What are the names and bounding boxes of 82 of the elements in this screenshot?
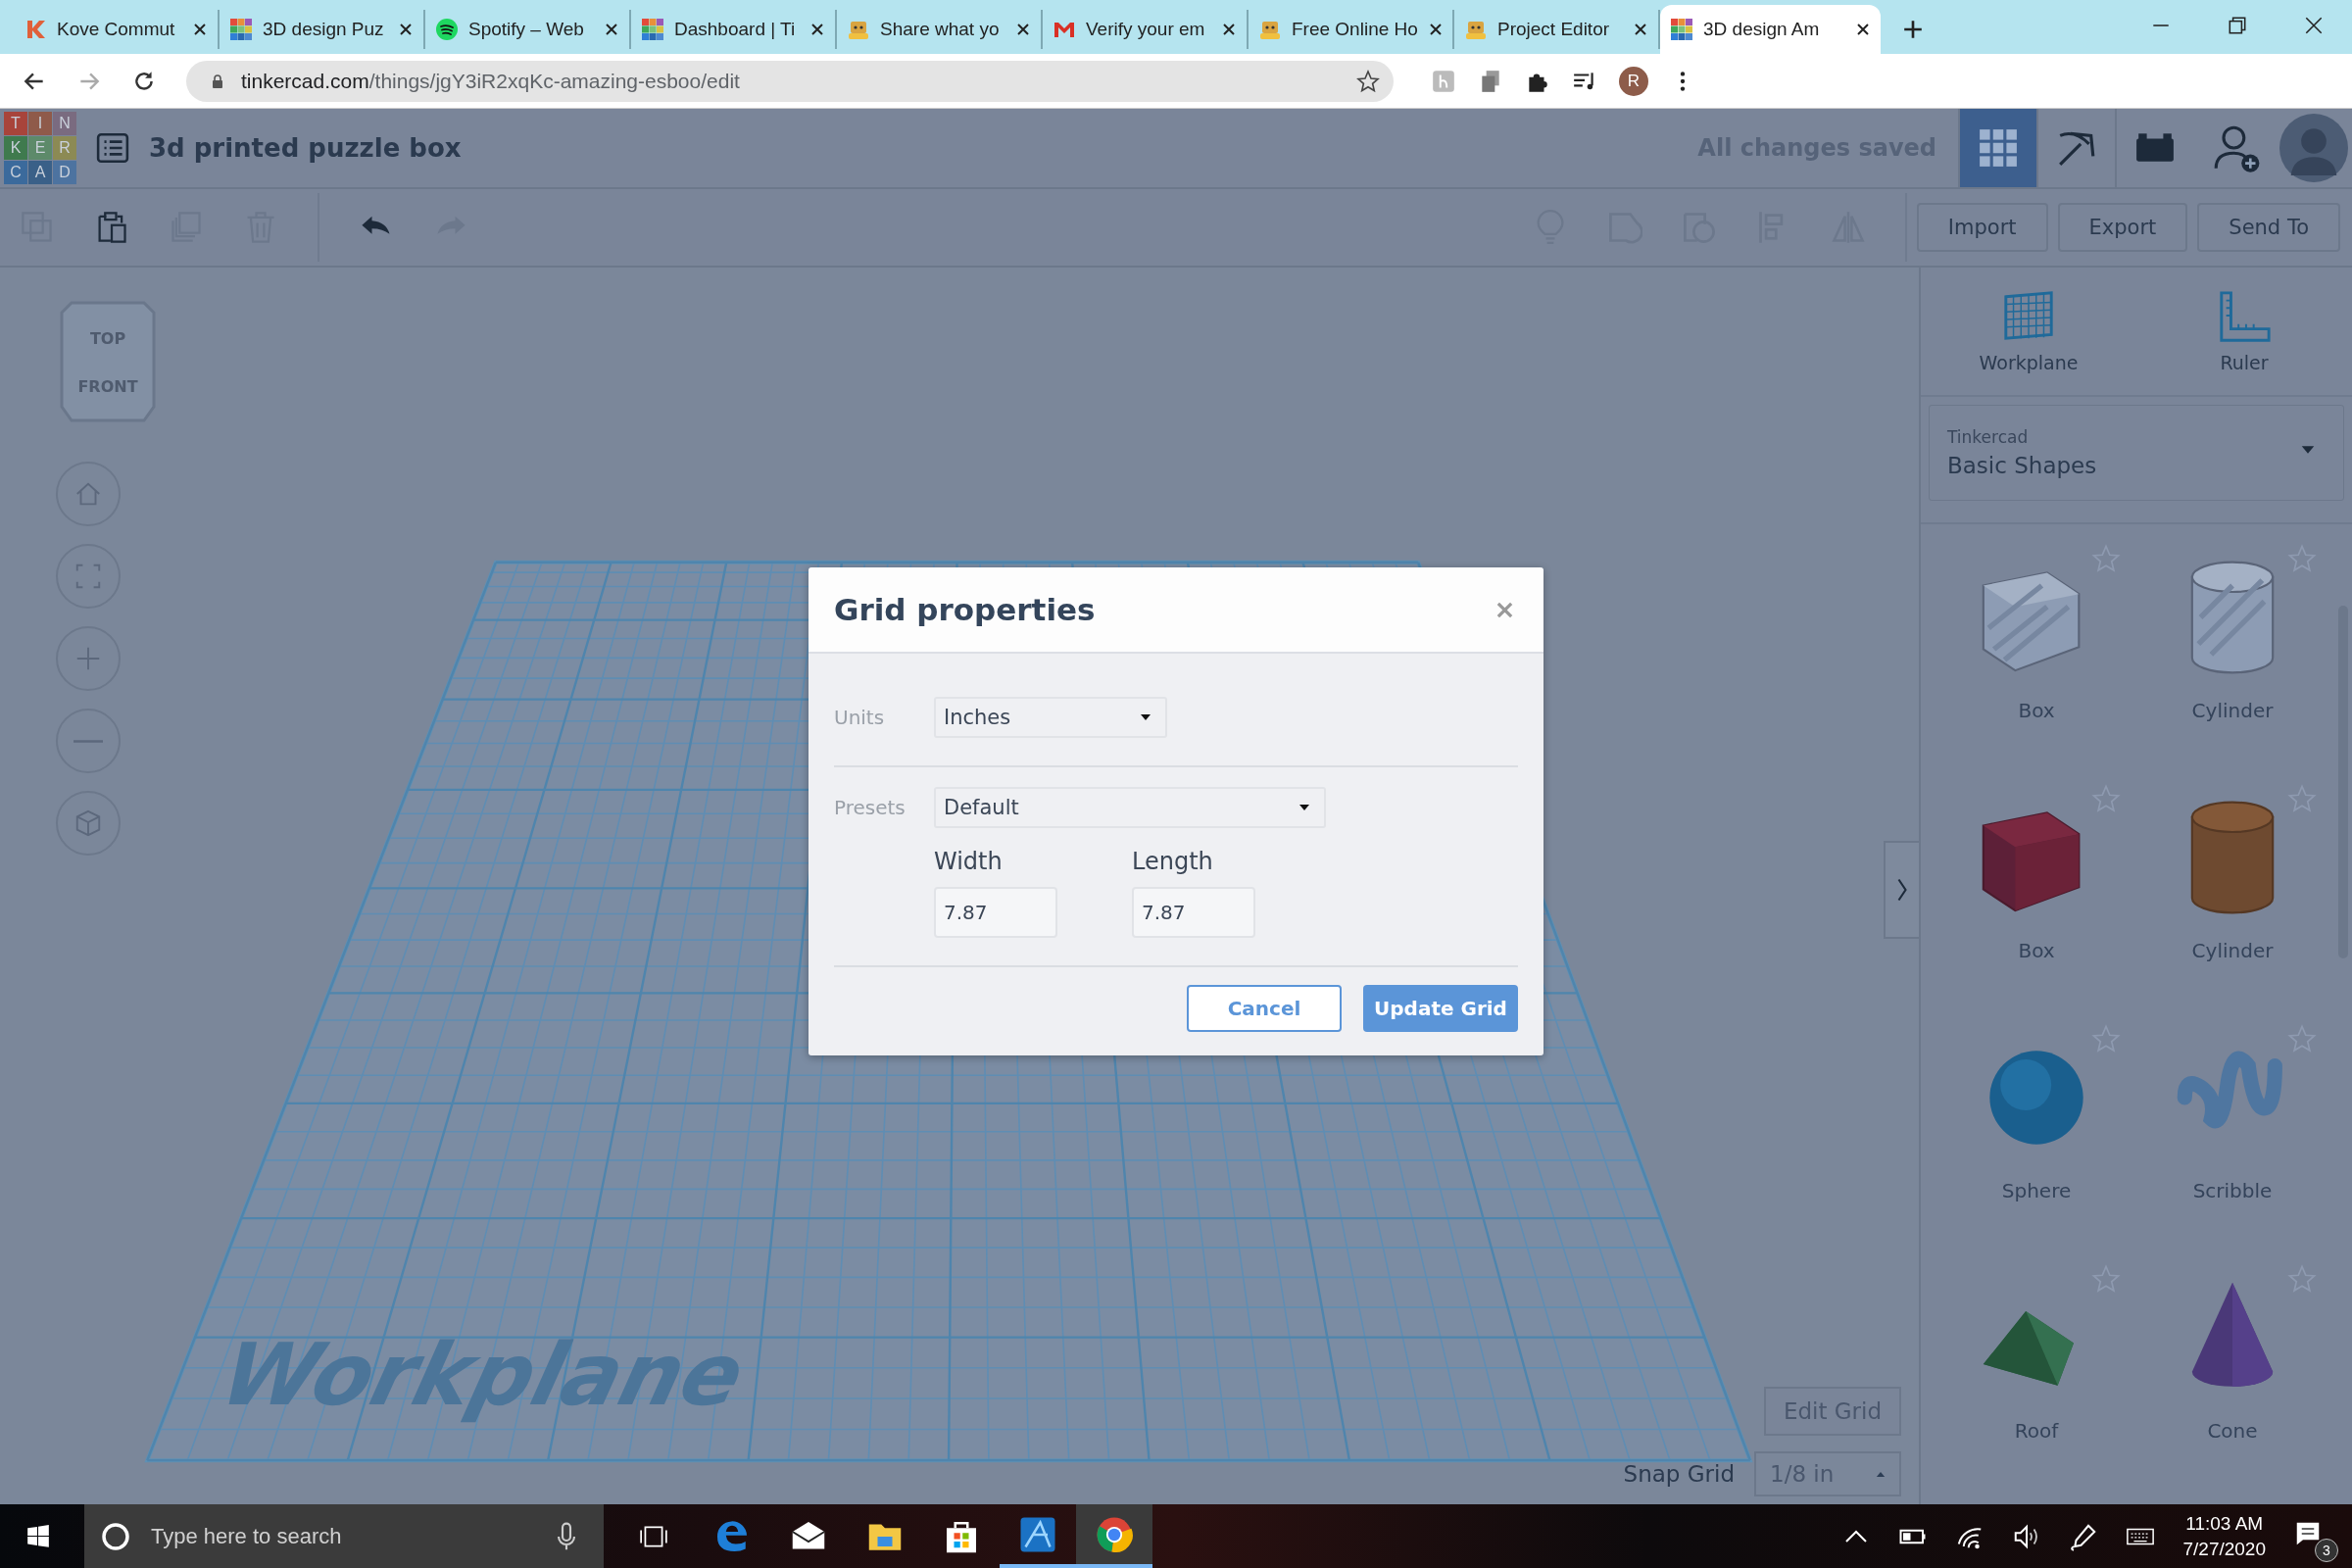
notification-count: 3 <box>2315 1538 2338 1562</box>
browser-tab[interactable]: Share what yo <box>837 10 1043 49</box>
browser-tab[interactable]: Free Online Ho <box>1249 10 1454 49</box>
shape-tile[interactable]: Cylinder <box>2134 534 2330 774</box>
tinkercad-logo-icon <box>229 18 253 41</box>
browser-tab[interactable]: Dashboard | Ti <box>631 10 837 49</box>
length-field[interactable]: 7.87 <box>1132 887 1255 938</box>
cylinder-icon <box>2190 801 2275 914</box>
taskbar-search-field[interactable]: Type here to search <box>84 1504 604 1568</box>
address-bar[interactable]: tinkercad.com/things/jgY3iR2xqKc-amazing-esboo/edit <box>186 60 1394 102</box>
shape-tile[interactable]: Sphere <box>1938 1014 2134 1254</box>
shape-tile[interactable]: Box <box>1938 534 2134 774</box>
caret-down-icon <box>1140 713 1152 721</box>
browser-tab[interactable]: 3D design Puz <box>220 10 425 49</box>
toolbar-button[interactable]: Send To <box>2197 203 2340 252</box>
width-field[interactable]: 7.87 <box>934 887 1057 938</box>
box-icon <box>1982 811 2081 912</box>
shape-tile[interactable]: Box <box>1938 774 2134 1014</box>
field-label: Units <box>834 706 886 729</box>
shape-tile[interactable]: Cone <box>2134 1254 2330 1494</box>
user-avatar-icon[interactable] <box>2279 114 2348 182</box>
cone-icon <box>2191 1282 2274 1387</box>
close-icon[interactable] <box>1015 22 1031 37</box>
close-icon[interactable] <box>1221 22 1237 37</box>
close-icon[interactable] <box>192 22 208 37</box>
dialog-title: Grid properties <box>834 592 1096 627</box>
bookmark-star-icon[interactable] <box>1356 69 1380 93</box>
tinkercad-logo-icon <box>641 18 664 41</box>
toolbar-button[interactable]: Import <box>1916 203 2048 252</box>
length-label: Length <box>1132 848 1214 875</box>
cylinder-hole-icon <box>2190 561 2275 674</box>
shape-library-select[interactable]: Tinkercad Basic Shapes <box>1929 405 2344 501</box>
clock-time[interactable]: 11:03 AM <box>2185 1512 2264 1535</box>
close-icon[interactable] <box>1427 22 1444 37</box>
tinkercad-logo-icon <box>1670 18 1693 41</box>
scribble-icon <box>2177 1051 2282 1129</box>
cube-icon <box>74 808 103 838</box>
caret-down-icon <box>1298 804 1310 811</box>
panel-tool[interactable]: Workplane <box>1921 268 2136 395</box>
browser-tab[interactable]: 3D design Am <box>1660 5 1881 54</box>
view-mode-tab[interactable] <box>1958 109 2036 187</box>
close-icon[interactable] <box>1633 22 1648 37</box>
toolbar-button[interactable]: Export <box>2057 203 2188 252</box>
profile-avatar[interactable]: R <box>1619 66 1648 96</box>
update-grid-button[interactable]: Update Grid <box>1363 985 1518 1032</box>
roof-icon <box>1983 1310 2074 1386</box>
close-icon[interactable] <box>1855 22 1871 37</box>
tinkercad-logo[interactable]: T I N K E R C A D <box>4 112 76 184</box>
panel-tool[interactable]: Ruler <box>2136 268 2352 395</box>
taskbar-app[interactable] <box>1076 1504 1152 1568</box>
close-icon[interactable] <box>809 22 825 37</box>
design-title[interactable]: 3d printed puzzle box <box>149 133 462 163</box>
presets-select[interactable]: Default <box>934 787 1326 828</box>
grid-icon <box>1978 127 2019 169</box>
lock-icon <box>210 73 225 89</box>
close-icon[interactable] <box>604 22 619 37</box>
snap-grid-label: Snap Grid <box>1623 1461 1735 1487</box>
close-icon[interactable] <box>398 22 414 37</box>
clock-date[interactable]: 7/27/2020 <box>2182 1538 2266 1560</box>
browser-tab[interactable]: Kove Commut <box>14 10 220 49</box>
field-label: Presets <box>834 796 905 819</box>
spotify-logo-icon <box>435 18 459 41</box>
fit-icon <box>74 562 103 591</box>
shape-tile[interactable]: Scribble <box>2134 1014 2330 1254</box>
shape-tile[interactable]: Cylinder <box>2134 774 2330 1014</box>
browser-tab[interactable]: Verify your em <box>1043 10 1249 49</box>
caret-up-icon <box>1876 1470 1886 1478</box>
design-list-icon[interactable] <box>96 131 129 165</box>
cancel-button[interactable]: Cancel <box>1187 985 1342 1032</box>
sphere-icon <box>1989 1051 2083 1145</box>
cortana-icon <box>100 1520 131 1552</box>
caret-down-icon <box>2300 445 2316 455</box>
width-label: Width <box>934 848 1004 875</box>
windows-start-icon[interactable] <box>25 1523 51 1549</box>
new-tab-icon[interactable] <box>1902 19 1924 40</box>
url-text: tinkercad.com/things/jgY3iR2xqKc-amazing-esboo/edit <box>241 69 741 93</box>
restore-icon[interactable] <box>2227 15 2248 36</box>
box-hole-icon <box>1982 571 2081 672</box>
shape-tile[interactable]: Roof <box>1938 1254 2134 1494</box>
close-icon[interactable] <box>2303 15 2325 36</box>
units-select[interactable]: Inches <box>934 697 1167 738</box>
browser-tab[interactable]: Spotify – Web <box>425 10 631 49</box>
